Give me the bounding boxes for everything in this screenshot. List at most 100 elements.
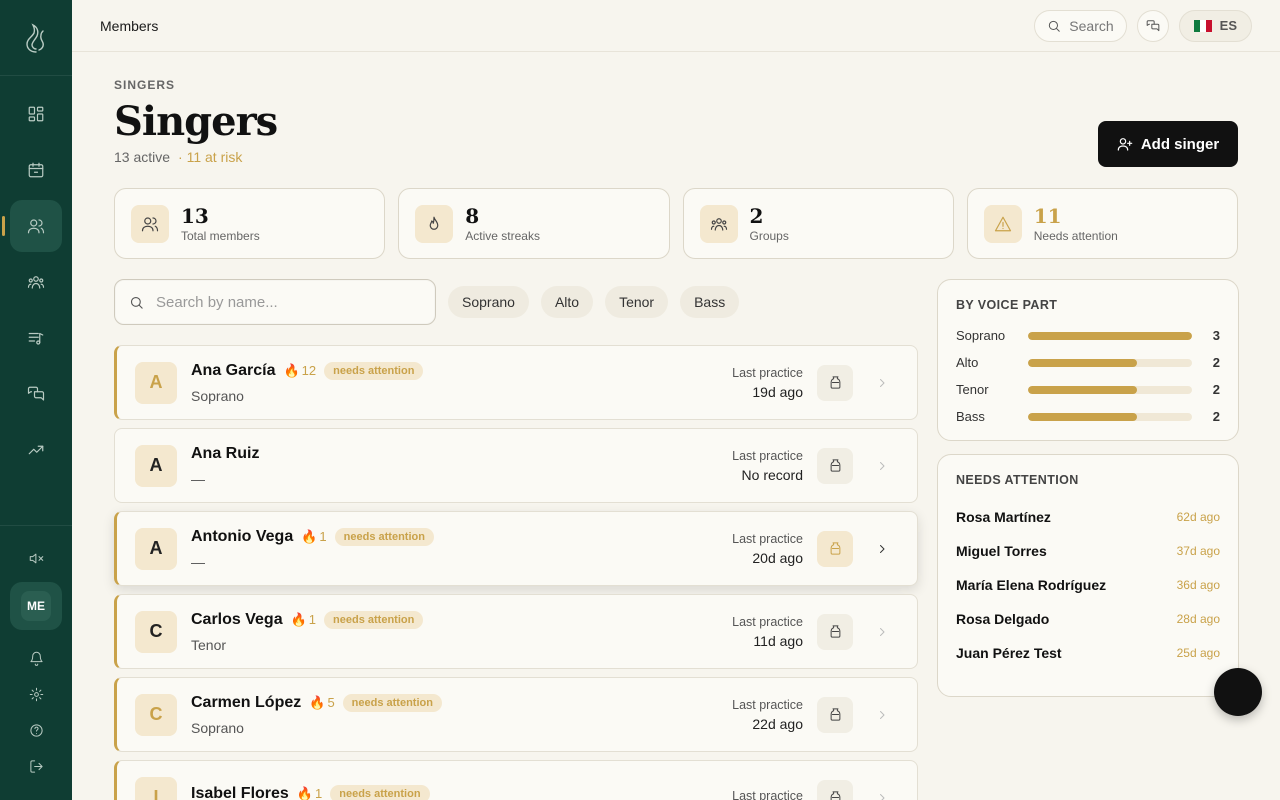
chevron-right-icon[interactable] [867,460,897,472]
list-item[interactable]: A Ana Ruiz — Last practice No record [114,428,918,503]
flame-icon: 🔥 [309,694,326,710]
attention-name: Rosa Martínez [956,509,1051,525]
chevron-right-icon[interactable] [867,377,897,389]
logout-button[interactable] [16,748,56,784]
sidebar-item-analytics[interactable] [10,424,62,476]
singer-name: Isabel Flores [191,784,289,800]
streak-count: 🔥 5 [309,695,334,711]
jar-button[interactable] [817,696,853,733]
feedback-button[interactable] [1136,9,1169,42]
search-input[interactable] [156,293,406,311]
flame-icon: 🔥 [296,785,314,800]
chevron-right-icon[interactable] [867,626,897,638]
singers-list: A Ana García 🔥 12 needs attention Soprano… [114,345,918,800]
attention-list-item[interactable]: María Elena Rodríguez 36d ago [956,577,1220,593]
last-practice-label: Last practice [732,614,803,629]
filter-chip-tenor[interactable]: Tenor [605,286,669,318]
status-badge: needs attention [334,527,434,546]
list-item[interactable]: A Antonio Vega 🔥 1 needs attention — Last… [114,511,918,586]
streak-value: 1 [319,529,327,544]
jar-button[interactable] [817,530,853,567]
sidebar-item-repertoire[interactable] [10,312,62,364]
status-badge: needs attention [342,693,442,712]
chevron-right-icon[interactable] [867,792,897,800]
sidebar-item-dashboard[interactable] [10,88,62,140]
search-icon [130,296,143,309]
group-icon [699,204,738,243]
voice-part-bar-fill [1028,331,1192,340]
singer-name: Ana García [191,361,276,379]
notifications-button[interactable] [16,640,56,676]
attention-list-item[interactable]: Rosa Delgado 28d ago [956,611,1220,627]
sidebar-item-calendar[interactable] [10,144,62,196]
avatar: A [135,527,177,570]
voice-part-bar [1028,331,1192,340]
calendar-icon [28,162,44,178]
jar-icon [830,376,840,389]
voice-part-bar-fill [1028,358,1138,367]
singer-name: Carmen López [191,693,302,711]
sidebar-item-singers[interactable] [2,200,62,252]
avatar: A [135,444,177,487]
global-search-button[interactable]: Search [1034,9,1127,42]
mute-button[interactable] [16,540,56,576]
settings-button[interactable] [16,676,56,712]
streak-value: 1 [308,612,317,627]
last-practice-label: Last practice [732,531,803,546]
singer-name: Antonio Vega [191,527,294,545]
sidebar-item-messages[interactable] [10,368,62,420]
users-icon [27,219,45,234]
avatar: I [135,776,177,800]
voice-part-count: 2 [1212,355,1220,370]
status-badge: needs attention [324,361,424,380]
attention-list-item[interactable]: Rosa Martínez 62d ago [956,509,1220,525]
bell-icon [29,651,43,666]
filter-chip-bass[interactable]: Bass [680,286,740,318]
attention-list-item[interactable]: Juan Pérez Test 25d ago [956,645,1220,661]
stat-card-groups: 2 Groups [682,188,954,259]
filter-chip-alto[interactable]: Alto [540,286,594,318]
stats-row: 13 Total members 8 Active streaks 2 Grou… [114,188,1238,259]
list-item[interactable]: I Isabel Flores 🔥 1 needs attention Last … [114,760,918,800]
panel-title: NEEDS ATTENTION [956,473,1079,487]
jar-icon [830,791,840,800]
help-icon [29,723,43,737]
logo-icon [26,22,44,53]
help-button[interactable] [16,712,56,748]
topbar: Members Search ES [72,0,1280,52]
stat-label: Total members [181,228,260,243]
jar-icon [830,708,840,721]
stat-label: Needs attention [1033,228,1118,243]
profile-button[interactable]: ME [10,582,62,630]
list-item[interactable]: C Carlos Vega 🔥 1 needs attention Tenor L… [114,594,918,669]
streak-count: 🔥 1 [301,529,326,545]
app-logo[interactable] [0,0,72,76]
panel-title: BY VOICE PART [956,298,1058,312]
music-list-icon [28,332,44,345]
jar-button[interactable] [817,613,853,650]
attention-list-item[interactable]: Miguel Torres 37d ago [956,543,1220,559]
attention-last-seen: 25d ago [1176,646,1220,660]
sidebar-bottom: ME [0,525,72,800]
stat-card-total-members: 13 Total members [114,188,386,259]
list-item[interactable]: C Carmen López 🔥 5 needs attention Sopran… [114,677,918,752]
jar-button[interactable] [817,447,853,484]
floating-action-button[interactable] [1214,668,1262,716]
language-switcher[interactable]: ES [1178,9,1252,42]
voice-part: Soprano [191,719,244,736]
attention-last-seen: 36d ago [1176,578,1220,592]
list-item[interactable]: A Ana García 🔥 12 needs attention Soprano… [114,345,918,420]
attention-name: Miguel Torres [956,543,1047,559]
voice-part-row: Soprano 3 [956,328,1220,343]
chevron-right-icon[interactable] [867,709,897,721]
chevron-right-icon[interactable] [867,543,897,555]
jar-button[interactable] [817,364,853,401]
last-practice-label: Last practice [732,788,803,800]
add-singer-button[interactable]: Add singer [1098,121,1238,167]
filter-chip-soprano[interactable]: Soprano [448,286,529,318]
sidebar-item-groups[interactable] [10,256,62,308]
jar-button[interactable] [817,779,853,800]
search-field [114,279,436,325]
sidebar: ME [0,0,72,800]
page-subtitle: 13 active · 11 at risk [114,149,1238,165]
